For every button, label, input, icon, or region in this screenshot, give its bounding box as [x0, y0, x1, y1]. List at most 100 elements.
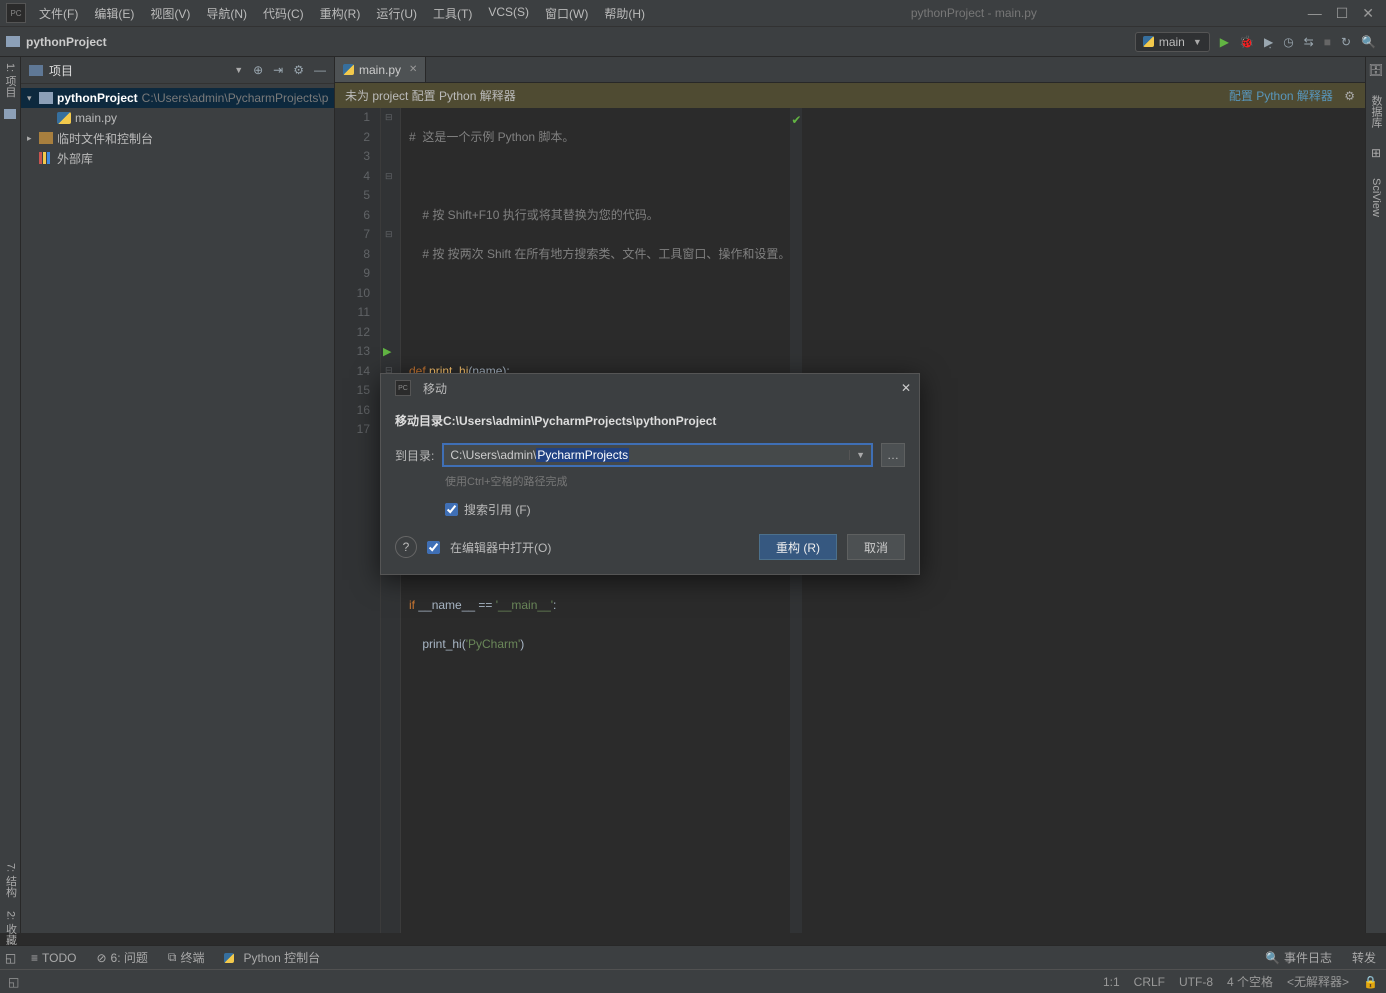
- target-path-input[interactable]: C:\Users\admin\PycharmProjects ▼: [442, 443, 873, 467]
- run-config-selector[interactable]: main ▼: [1135, 32, 1210, 52]
- problems-button[interactable]: ⊘6: 问题: [86, 949, 157, 966]
- fold-icon[interactable]: ⊟: [385, 167, 393, 187]
- project-tree: ▾ pythonProject C:\Users\admin\PycharmPr…: [21, 84, 334, 172]
- breadcrumb[interactable]: pythonProject: [26, 35, 1135, 49]
- tree-root-label: pythonProject: [57, 91, 138, 105]
- python-icon: [343, 64, 354, 75]
- rail-database[interactable]: 数据库: [1368, 95, 1384, 128]
- tree-libs-label: 外部库: [57, 150, 93, 167]
- collapse-icon[interactable]: ⇥: [273, 63, 283, 77]
- fold-icon[interactable]: ⊟: [385, 225, 393, 245]
- menu-navigate[interactable]: 导航(N): [199, 2, 254, 25]
- to-directory-label: 到目录:: [395, 447, 434, 464]
- indent[interactable]: 4 个空格: [1227, 973, 1273, 990]
- help-button[interactable]: ?: [395, 536, 417, 558]
- chevron-down-icon[interactable]: ▼: [849, 450, 865, 460]
- line-numbers: 12345678 9 1011121314151617: [335, 108, 381, 933]
- tree-external-libs[interactable]: 外部库: [21, 148, 334, 168]
- close-tab-icon[interactable]: ✕: [409, 64, 417, 75]
- fold-icon[interactable]: ⊟: [385, 108, 393, 128]
- concurrency-icon[interactable]: ⇆: [1304, 35, 1314, 49]
- tree-root-path: C:\Users\admin\PycharmProjects\p: [142, 91, 329, 105]
- tool-window-icon[interactable]: ◱: [0, 951, 21, 965]
- rail-sciview[interactable]: SciView: [1370, 178, 1382, 217]
- refactor-button[interactable]: 重构 (R): [759, 534, 837, 560]
- chevron-down-icon: ▼: [1193, 37, 1202, 47]
- folder-icon[interactable]: [4, 109, 16, 119]
- tree-scratches[interactable]: ▸ 临时文件和控制台: [21, 128, 334, 148]
- coverage-icon[interactable]: ▶̣: [1264, 35, 1273, 49]
- project-sidebar: 项目 ▼ ⊕ ⇥ ⚙ — ▾ pythonProject C:\Users\ad…: [21, 57, 335, 933]
- gear-icon[interactable]: ⚙: [1344, 89, 1355, 103]
- stop-icon[interactable]: ■: [1324, 35, 1331, 49]
- check-ok-icon: ✔: [790, 108, 802, 131]
- search-icon[interactable]: 🔍: [1361, 35, 1376, 49]
- menubar: PC 文件(F) 编辑(E) 视图(V) 导航(N) 代码(C) 重构(R) 运…: [0, 0, 1386, 27]
- menu-help[interactable]: 帮助(H): [597, 2, 652, 25]
- statusbar: ◱ 1:1 CRLF UTF-8 4 个空格 <无解释器> 🔒: [0, 969, 1386, 993]
- menu-tools[interactable]: 工具(T): [426, 2, 479, 25]
- search-refs-checkbox[interactable]: [445, 503, 458, 516]
- database-icon[interactable]: 🗄: [1368, 63, 1383, 77]
- tree-scratches-label: 临时文件和控制台: [57, 130, 153, 147]
- forward-button[interactable]: 转发: [1342, 949, 1386, 966]
- dialog-titlebar[interactable]: PC 移动 ✕: [381, 374, 919, 402]
- sciview-icon[interactable]: ⊞: [1371, 146, 1381, 160]
- terminal-button[interactable]: ⧉终端: [158, 949, 215, 966]
- line-separator[interactable]: CRLF: [1134, 975, 1165, 989]
- reader-mode-icon[interactable]: 🔒: [1363, 975, 1378, 989]
- run-config-label: main: [1159, 35, 1185, 49]
- configure-interpreter-link[interactable]: 配置 Python 解释器: [1229, 89, 1333, 103]
- menus: 文件(F) 编辑(E) 视图(V) 导航(N) 代码(C) 重构(R) 运行(U…: [32, 2, 652, 25]
- menu-vcs[interactable]: VCS(S): [481, 2, 536, 25]
- tab-main[interactable]: main.py ✕: [335, 57, 426, 82]
- navbar: pythonProject main ▼ ▶ 🐞 ▶̣ ◷ ⇆ ■ ↻ 🔍: [0, 27, 1386, 57]
- python-console-button[interactable]: Python 控制台: [214, 949, 330, 966]
- gear-icon[interactable]: ⚙: [293, 63, 304, 77]
- locate-icon[interactable]: ⊕: [253, 63, 263, 77]
- caret-position[interactable]: 1:1: [1103, 975, 1120, 989]
- maximize-icon[interactable]: ☐: [1336, 5, 1349, 22]
- profile-icon[interactable]: ◷: [1283, 35, 1293, 49]
- menu-code[interactable]: 代码(C): [256, 2, 311, 25]
- event-log-button[interactable]: 🔍事件日志: [1255, 949, 1342, 966]
- hide-icon[interactable]: —: [314, 63, 326, 77]
- menu-file[interactable]: 文件(F): [32, 2, 85, 25]
- menu-edit[interactable]: 编辑(E): [87, 2, 141, 25]
- close-dialog-icon[interactable]: ✕: [901, 381, 911, 395]
- menu-view[interactable]: 视图(V): [143, 2, 197, 25]
- sidebar-header: 项目 ▼ ⊕ ⇥ ⚙ —: [21, 57, 334, 84]
- folder-icon: [6, 36, 20, 47]
- toolbar-buttons: ▶ 🐞 ▶̣ ◷ ⇆ ■ ↻ 🔍: [1216, 35, 1380, 49]
- interpreter[interactable]: <无解释器>: [1287, 973, 1349, 990]
- menu-window[interactable]: 窗口(W): [538, 2, 595, 25]
- tree-file-main[interactable]: main.py: [21, 108, 334, 128]
- app-icon: PC: [395, 380, 411, 396]
- menu-refactor[interactable]: 重构(R): [313, 2, 368, 25]
- tree-file-label: main.py: [75, 111, 117, 125]
- tree-root[interactable]: ▾ pythonProject C:\Users\admin\PycharmPr…: [21, 88, 334, 108]
- bottom-tool-rail: ◱ ≡TODO ⊘6: 问题 ⧉终端 Python 控制台 🔍事件日志 转发: [0, 945, 1386, 969]
- status-message-icon[interactable]: ◱: [8, 975, 19, 989]
- open-in-editor-checkbox[interactable]: [427, 541, 440, 554]
- rail-project[interactable]: 1: 项目: [2, 63, 18, 97]
- encoding[interactable]: UTF-8: [1179, 975, 1213, 989]
- browse-button[interactable]: …: [881, 443, 905, 467]
- todo-button[interactable]: ≡TODO: [21, 951, 86, 965]
- chevron-down-icon[interactable]: ▼: [234, 65, 243, 75]
- run-icon[interactable]: ▶: [1220, 35, 1229, 49]
- run-gutter-icon[interactable]: ▶: [383, 343, 391, 363]
- rail-structure[interactable]: 7: 结构: [3, 863, 19, 897]
- cancel-button[interactable]: 取消: [847, 534, 905, 560]
- update-icon[interactable]: ↻: [1341, 35, 1351, 49]
- path-selection: PycharmProjects: [536, 448, 629, 462]
- path-prefix: C:\Users\admin\: [450, 448, 536, 462]
- close-icon[interactable]: ✕: [1362, 5, 1374, 22]
- libraries-icon: [39, 152, 53, 164]
- tab-label: main.py: [359, 63, 401, 77]
- minimize-icon[interactable]: —: [1308, 5, 1322, 22]
- left-rail: 1: 项目: [0, 57, 21, 933]
- debug-icon[interactable]: 🐞: [1239, 35, 1254, 49]
- rail-favorites[interactable]: 2: 收藏: [3, 911, 19, 945]
- menu-run[interactable]: 运行(U): [369, 2, 424, 25]
